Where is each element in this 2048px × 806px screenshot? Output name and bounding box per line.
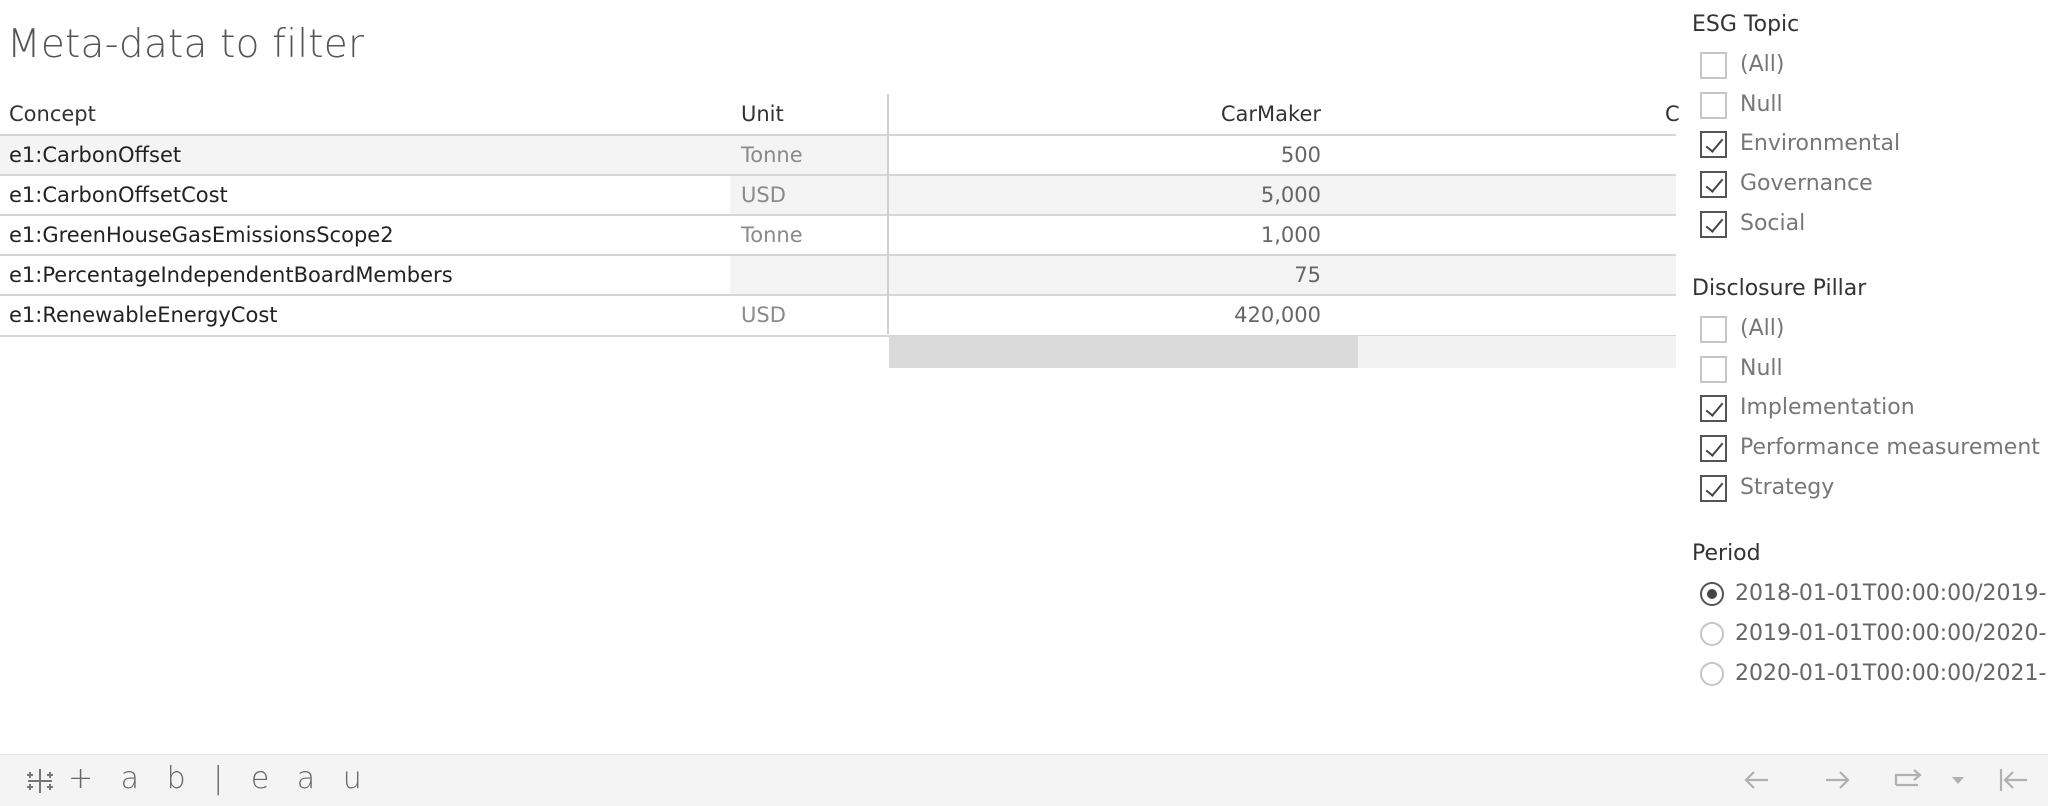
page-title: Meta-data to filter [7, 22, 365, 67]
cell-bg [889, 256, 1676, 295]
table-header: Concept Unit CarMaker [0, 94, 1676, 134]
checkbox[interactable] [1700, 52, 1727, 79]
filter-panel: ESG Topic (All) Null Environmental Gover… [1676, 0, 2048, 754]
tableau-toolbar: + a b | e a u [0, 754, 2048, 806]
filter-option-label: Strategy [1740, 475, 1835, 500]
revert-icon[interactable] [1890, 765, 1926, 795]
value-cell[interactable]: 5,000 [1261, 183, 1321, 207]
filter-option-label: (All) [1740, 52, 1785, 77]
filter-option-esg-environmental[interactable]: Environmental [1700, 129, 2048, 163]
dropdown-caret-icon[interactable] [1950, 765, 1966, 795]
concept-cell[interactable]: e1:CarbonOffset [9, 143, 181, 167]
value-cell[interactable]: 500 [1281, 143, 1321, 167]
filter-option-label: 2019-01-01T00:00:00/2020- [1735, 621, 2047, 646]
value-cell[interactable]: 1,000 [1261, 223, 1321, 247]
filter-option-label: Environmental [1740, 131, 1901, 156]
back-arrow-icon[interactable] [1742, 765, 1772, 795]
checkbox-checked[interactable] [1700, 131, 1727, 158]
checkbox-checked[interactable] [1700, 395, 1727, 422]
column-header-company[interactable]: CarMaker [1221, 102, 1321, 126]
horizontal-scrollbar-thumb[interactable] [889, 336, 1358, 368]
filter-option-pillar-strategy[interactable]: Strategy [1700, 473, 2048, 507]
filter-option-pillar-null[interactable]: Null [1700, 354, 2048, 388]
filter-option-label: Implementation [1740, 395, 1915, 420]
unit-cell: USD [741, 183, 786, 207]
value-cell[interactable]: 75 [1294, 263, 1321, 287]
column-header-unit[interactable]: Unit [741, 102, 784, 126]
column-divider [887, 94, 889, 334]
tableau-logo-icon [27, 769, 53, 793]
checkbox-checked[interactable] [1700, 171, 1727, 198]
checkbox[interactable] [1700, 316, 1727, 343]
filter-title-period: Period [1692, 541, 1761, 566]
column-header-concept[interactable]: Concept [9, 102, 96, 126]
filter-option-label: 2018-01-01T00:00:00/2019- [1735, 581, 2047, 606]
filter-option-pillar-all[interactable]: (All) [1700, 314, 2048, 348]
radio[interactable] [1700, 662, 1724, 686]
table-row[interactable]: e1:CarbonOffsetCost USD 5,000 [0, 174, 1676, 215]
filter-title-disclosure-pillar: Disclosure Pillar [1692, 276, 1867, 301]
filter-option-period-2019[interactable]: 2019-01-01T00:00:00/2020- [1700, 619, 2048, 653]
concept-cell[interactable]: e1:RenewableEnergyCost [9, 303, 278, 327]
checkbox[interactable] [1700, 92, 1727, 119]
concept-cell[interactable]: e1:PercentageIndependentBoardMembers [9, 263, 453, 287]
table-row[interactable]: e1:CarbonOffset Tonne 500 [0, 134, 1676, 175]
filter-option-pillar-implementation[interactable]: Implementation [1700, 393, 2048, 427]
checkbox-checked[interactable] [1700, 475, 1727, 502]
forward-arrow-icon[interactable] [1822, 765, 1852, 795]
checkbox-checked[interactable] [1700, 211, 1727, 238]
filter-option-esg-social[interactable]: Social [1700, 209, 2048, 243]
filter-option-label: Null [1740, 92, 1783, 117]
concept-cell[interactable]: e1:CarbonOffsetCost [9, 183, 228, 207]
checkbox[interactable] [1700, 356, 1727, 383]
filter-option-esg-all[interactable]: (All) [1700, 50, 2048, 84]
reset-icon[interactable] [1997, 765, 2029, 795]
table-row[interactable]: e1:PercentageIndependentBoardMembers 75 [0, 254, 1676, 295]
cell-bg [730, 256, 889, 295]
filter-option-label: (All) [1740, 316, 1785, 341]
filter-option-esg-governance[interactable]: Governance [1700, 169, 2048, 203]
table-row[interactable]: e1:RenewableEnergyCost USD 420,000 [0, 294, 1676, 337]
radio-selected[interactable] [1700, 582, 1724, 606]
unit-cell: Tonne [741, 143, 803, 167]
filter-option-pillar-performance-measurement[interactable]: Performance measurement [1700, 433, 2048, 467]
unit-cell: USD [741, 303, 786, 327]
value-cell[interactable]: 420,000 [1234, 303, 1321, 327]
unit-cell: Tonne [741, 223, 803, 247]
filter-option-label: Null [1740, 356, 1783, 381]
filter-option-label: Governance [1740, 171, 1873, 196]
filter-option-label: Social [1740, 211, 1806, 236]
filter-title-esg-topic: ESG Topic [1692, 12, 1800, 37]
radio[interactable] [1700, 622, 1724, 646]
filter-option-label: 2020-01-01T00:00:00/2021- [1735, 661, 2047, 686]
checkbox-checked[interactable] [1700, 435, 1727, 462]
table-row[interactable]: e1:GreenHouseGasEmissionsScope2 Tonne 1,… [0, 214, 1676, 255]
concept-cell[interactable]: e1:GreenHouseGasEmissionsScope2 [9, 223, 394, 247]
filter-option-period-2020[interactable]: 2020-01-01T00:00:00/2021- [1700, 659, 2048, 693]
tableau-wordmark[interactable]: + a b | e a u [68, 761, 371, 796]
filter-option-period-2018[interactable]: 2018-01-01T00:00:00/2019- [1700, 579, 2048, 613]
filter-option-esg-null[interactable]: Null [1700, 90, 2048, 124]
filter-option-label: Performance measurement [1740, 435, 2040, 460]
